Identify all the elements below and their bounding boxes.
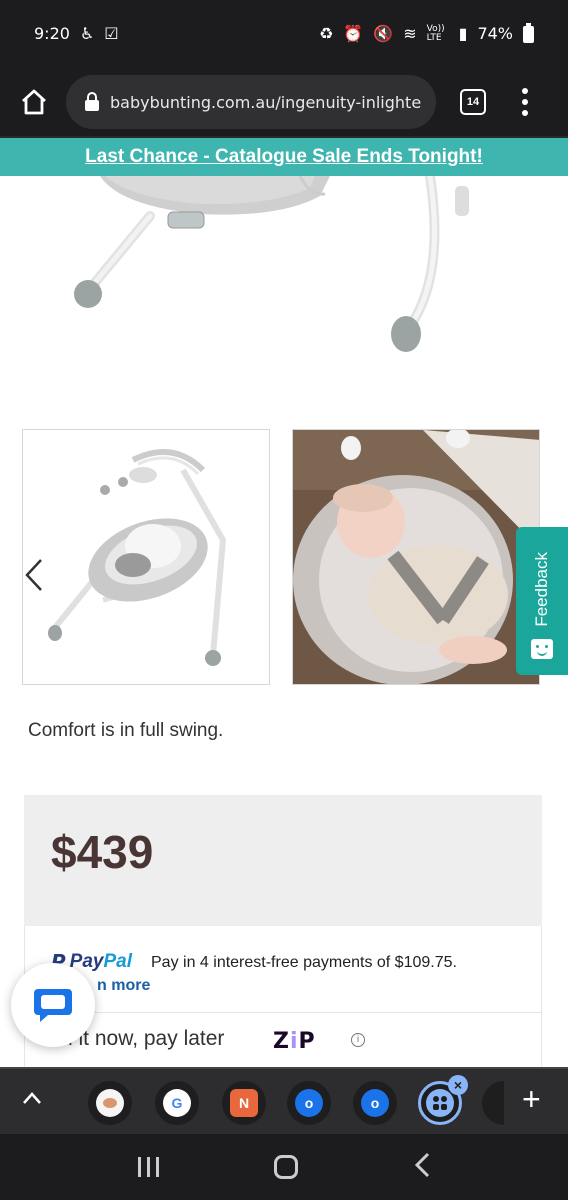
taskbar-expand-button[interactable]: [22, 1091, 42, 1110]
back-chevron-icon: [414, 1152, 429, 1177]
close-group-icon[interactable]: ×: [448, 1075, 468, 1095]
browser-toolbar: babybunting.com.au/ingenuity-inlighte 14: [0, 68, 568, 136]
more-menu-button[interactable]: [522, 88, 530, 116]
outlook-icon: o: [295, 1089, 323, 1117]
system-navbar: [0, 1134, 568, 1200]
recents-bar-icon: [146, 1157, 150, 1177]
product-price: $439: [51, 826, 154, 878]
paypal-learn-more-link[interactable]: n more: [97, 977, 150, 995]
notion-icon: N: [230, 1089, 258, 1117]
menu-dot-icon: [522, 88, 528, 94]
info-icon[interactable]: i: [351, 1033, 365, 1047]
outlook-icon-2: o: [361, 1089, 389, 1117]
paypal-installments-text: Pay in 4 interest-free payments of $109.…: [151, 954, 457, 971]
menu-dot-icon: [522, 99, 528, 105]
lte-text: Vo)) LTE: [426, 24, 445, 43]
taskbar-app-partial[interactable]: [482, 1081, 504, 1125]
swing-main-image: [0, 176, 568, 396]
recents-bar-icon: [137, 1157, 141, 1177]
back-button[interactable]: [413, 1152, 431, 1183]
wifi-icon: ≋: [403, 24, 417, 43]
tab-switcher-button[interactable]: 14: [460, 89, 486, 115]
baby-in-swing-image: [293, 430, 539, 684]
add-app-button[interactable]: +: [522, 1083, 541, 1115]
signal-icon: ▮: [458, 24, 468, 43]
accessibility-icon: ♿: [79, 24, 95, 43]
thumbnail-1[interactable]: [22, 429, 270, 685]
paypal-wordmark: PayPal: [69, 951, 133, 972]
recents-bar-icon: [155, 1157, 159, 1177]
promo-link[interactable]: Last Chance - Catalogue Sale Ends Tonigh…: [85, 146, 483, 168]
taskbar-app-notion[interactable]: N: [222, 1081, 266, 1125]
home-nav-button[interactable]: [273, 1155, 298, 1179]
url-text[interactable]: babybunting.com.au/ingenuity-inlighte: [110, 93, 421, 112]
feedback-label: Feedback: [532, 552, 551, 627]
taskbar-app-1[interactable]: [88, 1081, 132, 1125]
battery-text: 74%: [477, 24, 513, 43]
chat-bubble-icon: [34, 989, 72, 1022]
app-taskbar: G N o o × +: [0, 1067, 568, 1134]
price-box: $439: [24, 795, 542, 926]
taskbar-app-outlook[interactable]: o: [287, 1081, 331, 1125]
app-icon-1: [96, 1089, 124, 1117]
menu-dot-icon: [522, 110, 528, 116]
lock-icon[interactable]: [84, 92, 100, 112]
status-bar: 9:20 ♿ ☑ ♻ ⏰ 🔇 ≋ Vo)) LTE ▮ 74%: [0, 0, 568, 68]
google-icon: G: [163, 1089, 191, 1117]
clock-text: 9:20: [34, 24, 70, 43]
status-right: ♻ ⏰ 🔇 ≋ Vo)) LTE ▮ 74%: [319, 22, 534, 43]
zip-row: n it now, pay later ZiP i: [24, 1012, 542, 1068]
home-icon: [22, 89, 46, 115]
apps-group-icon: [426, 1089, 454, 1117]
paypal-row: P PayPal Pay in 4 interest-free payments…: [24, 926, 542, 1012]
checkbox-icon: ☑: [104, 24, 119, 43]
alarm-icon: ⏰: [343, 24, 364, 43]
recycle-icon: ♻: [319, 24, 334, 43]
promo-banner: Last Chance - Catalogue Sale Ends Tonigh…: [0, 136, 568, 176]
feedback-tab[interactable]: Feedback: [516, 527, 568, 675]
live-chat-button[interactable]: [11, 963, 95, 1047]
taskbar-app-outlook-2[interactable]: o: [353, 1081, 397, 1125]
battery-icon: [523, 22, 534, 43]
recents-button[interactable]: [137, 1157, 159, 1177]
chevron-up-icon: [23, 1092, 41, 1104]
main-product-image[interactable]: [0, 176, 568, 396]
carousel-prev-button[interactable]: [22, 555, 46, 595]
feedback-smiley-icon: [531, 639, 553, 659]
address-bar[interactable]: babybunting.com.au/ingenuity-inlighte: [66, 75, 436, 129]
mute-icon: 🔇: [373, 24, 394, 43]
zip-logo: ZiP: [273, 1029, 316, 1054]
status-left: 9:20 ♿ ☑: [34, 26, 119, 42]
product-tagline: Comfort is in full swing.: [28, 720, 224, 741]
chevron-left-icon: [25, 559, 42, 591]
taskbar-app-google[interactable]: G: [155, 1081, 199, 1125]
home-button[interactable]: [18, 86, 50, 118]
swing-product-image: [23, 430, 269, 684]
thumbnail-2[interactable]: [292, 429, 540, 685]
